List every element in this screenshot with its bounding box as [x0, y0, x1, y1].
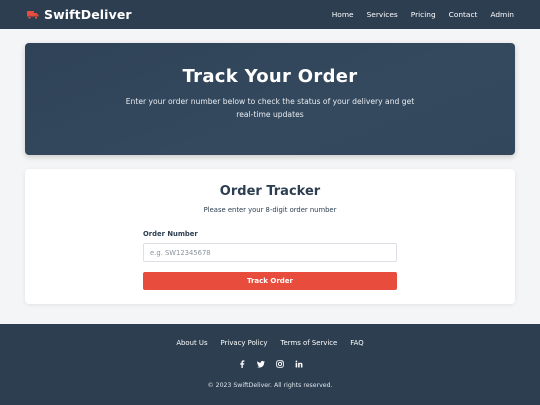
order-number-input[interactable] [143, 243, 397, 262]
footer: About Us Privacy Policy Terms of Service… [0, 324, 540, 405]
main-nav: Home Services Pricing Contact Admin [332, 10, 514, 19]
hero-title: Track Your Order [182, 66, 358, 87]
facebook-icon[interactable] [238, 360, 246, 368]
nav-contact-link[interactable]: Contact [449, 10, 478, 19]
order-number-label: Order Number [143, 230, 198, 238]
truck-icon [27, 10, 39, 19]
navbar: SwiftDeliver Home Services Pricing Conta… [0, 0, 540, 29]
footer-about-link[interactable]: About Us [176, 339, 207, 347]
footer-terms-link[interactable]: Terms of Service [281, 339, 338, 347]
twitter-icon[interactable] [256, 360, 265, 368]
nav-admin-link[interactable]: Admin [490, 10, 514, 19]
linkedin-icon[interactable] [295, 360, 303, 368]
track-order-button[interactable]: Track Order [143, 272, 397, 290]
nav-services-link[interactable]: Services [367, 10, 398, 19]
brand-logo[interactable]: SwiftDeliver [27, 7, 132, 22]
instagram-icon[interactable] [275, 360, 284, 368]
footer-faq-link[interactable]: FAQ [350, 339, 363, 347]
hero-banner: Track Your Order Enter your order number… [25, 43, 515, 155]
footer-privacy-link[interactable]: Privacy Policy [221, 339, 268, 347]
footer-links: About Us Privacy Policy Terms of Service… [0, 339, 540, 347]
order-tracker-card: Order Tracker Please enter your 8-digit … [25, 169, 515, 304]
tracker-title: Order Tracker [219, 184, 321, 199]
copyright-text: © 2023 SwiftDeliver. All rights reserved… [207, 382, 333, 389]
nav-pricing-link[interactable]: Pricing [411, 10, 436, 19]
nav-home-link[interactable]: Home [332, 10, 354, 19]
tracker-subtitle: Please enter your 8-digit order number [203, 206, 337, 214]
brand-name: SwiftDeliver [44, 7, 132, 22]
hero-subtitle: Enter your order number below to check t… [125, 97, 415, 119]
social-links [0, 360, 540, 368]
